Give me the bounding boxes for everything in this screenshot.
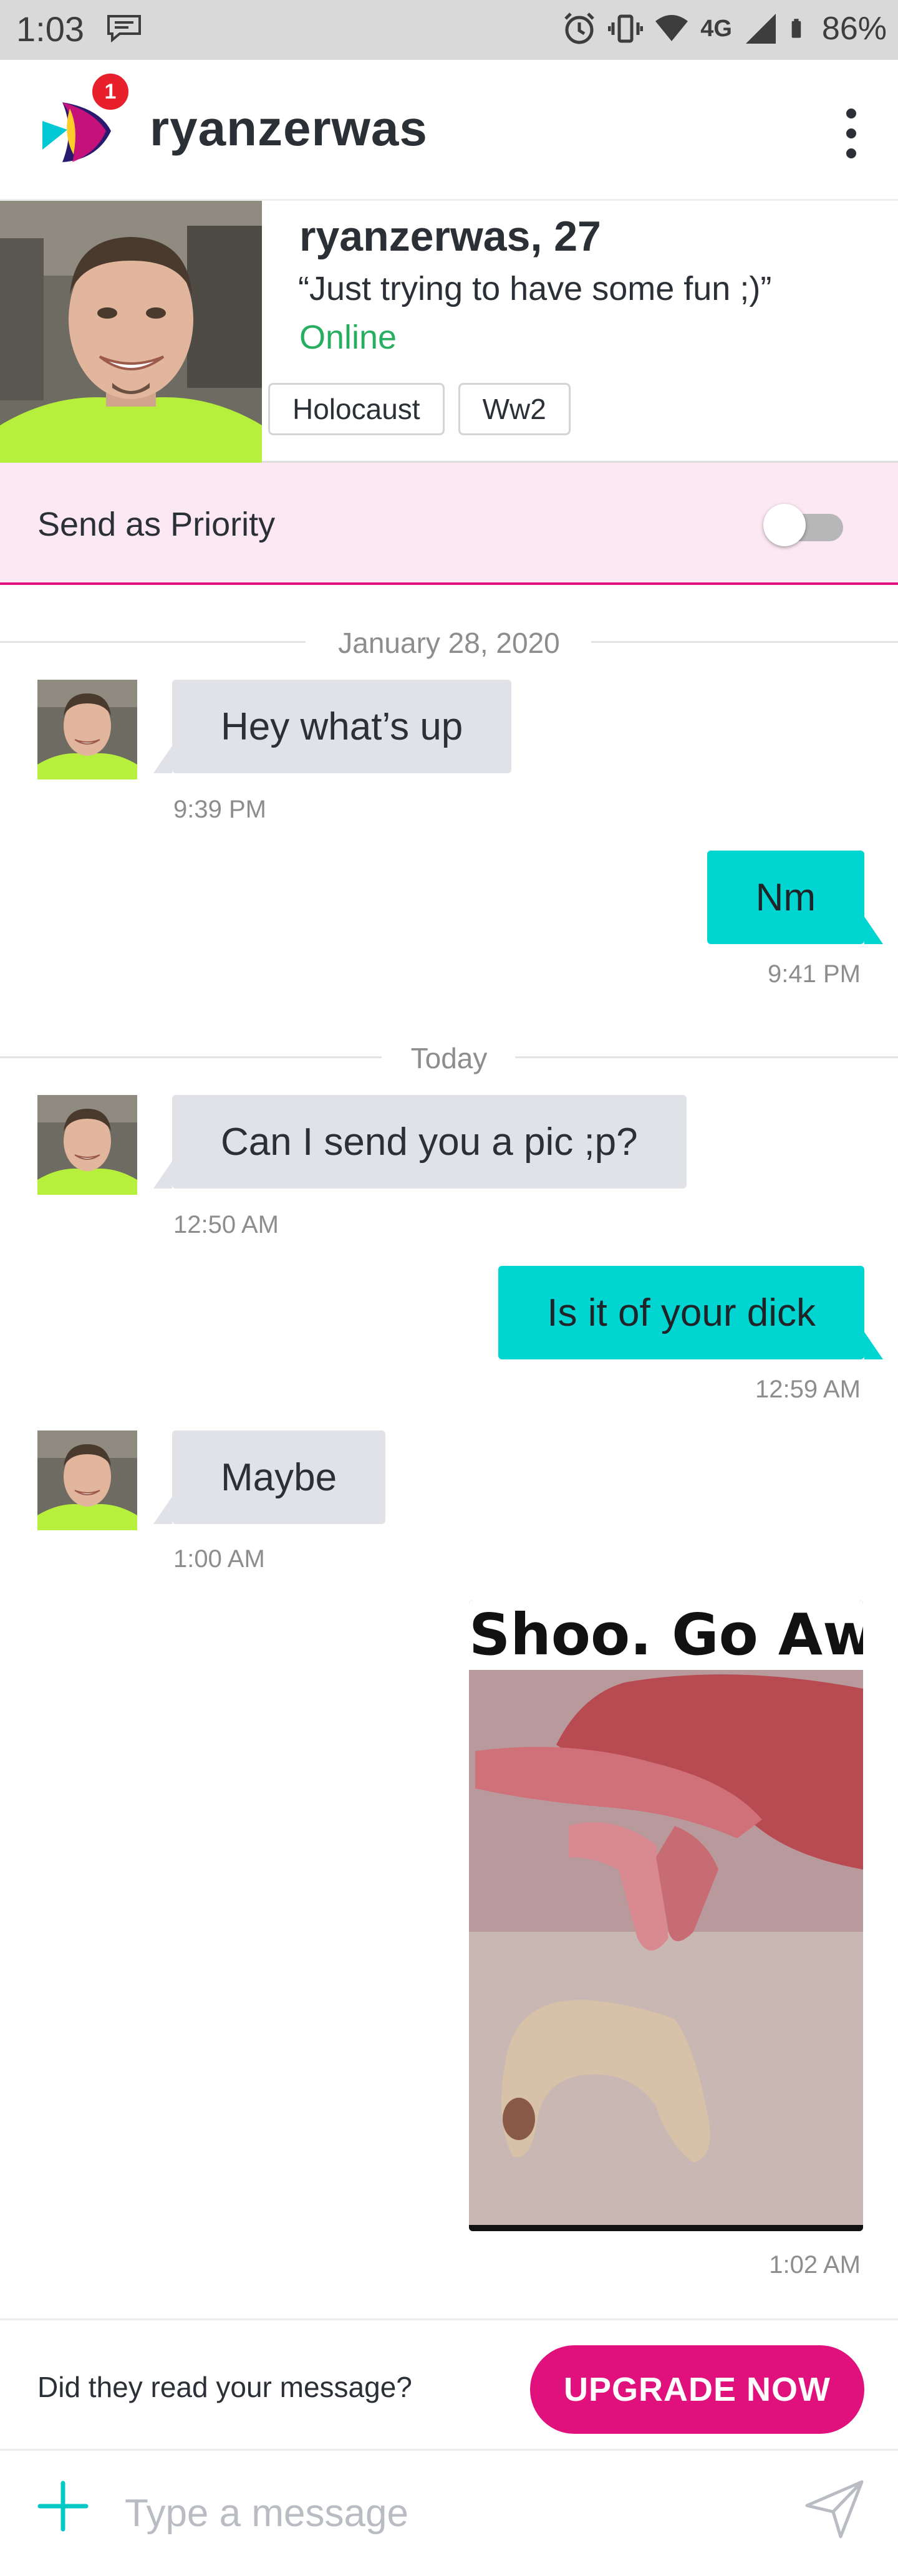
message-bubble-incoming[interactable]: Maybe xyxy=(153,1430,386,1524)
status-bar: 1:03 4G 86% xyxy=(0,0,898,60)
priority-row: Send as Priority xyxy=(0,463,898,585)
priority-toggle[interactable] xyxy=(763,504,843,546)
interest-tag[interactable]: Ww2 xyxy=(458,383,571,435)
status-time: 1:03 xyxy=(16,9,84,49)
profile-tagline: “Just trying to have some fun ;)” xyxy=(298,270,772,307)
avatar[interactable] xyxy=(37,1430,137,1530)
message-time: 9:39 PM xyxy=(173,796,266,823)
status-icons: 4G 86% xyxy=(562,9,887,49)
message-text: Nm xyxy=(755,876,816,919)
meme-image xyxy=(469,1670,863,2225)
vibrate-icon xyxy=(608,14,644,43)
overflow-menu-icon[interactable] xyxy=(842,109,861,158)
date-divider: Today xyxy=(0,1038,898,1075)
message-text: Hey what’s up xyxy=(221,705,463,748)
toggle-knob xyxy=(763,504,806,546)
avatar[interactable] xyxy=(37,1095,137,1195)
message-time: 1:02 AM xyxy=(769,2251,861,2279)
upgrade-bar: Did they read your message? UPGRADE NOW xyxy=(0,2318,898,2451)
app-header: 1 ryanzerwas xyxy=(0,60,898,201)
date-label: January 28, 2020 xyxy=(338,627,560,659)
message-bubble-incoming[interactable]: Can I send you a pic ;p? xyxy=(153,1095,687,1189)
message-text: Is it of your dick xyxy=(547,1291,816,1334)
message-bubble-incoming[interactable]: Hey what’s up xyxy=(153,680,512,773)
alarm-icon xyxy=(564,12,594,44)
battery-icon xyxy=(791,19,801,38)
image-caption: Shoo. Go Awa xyxy=(469,1600,863,1670)
network-type: 4G xyxy=(700,15,732,42)
message-bubble-outgoing[interactable]: Nm xyxy=(707,851,883,944)
upgrade-prompt: Did they read your message? xyxy=(37,2371,412,2403)
signal-icon xyxy=(745,14,776,44)
profile-card[interactable]: ryanzerwas, 27 “Just trying to have some… xyxy=(0,201,898,463)
message-notification-icon xyxy=(107,15,141,42)
battery-percent: 86% xyxy=(821,11,887,47)
notification-badge[interactable]: 1 xyxy=(90,71,131,112)
send-icon[interactable] xyxy=(802,2477,867,2542)
message-bubble-outgoing[interactable]: Is it of your dick xyxy=(498,1266,883,1359)
message-time: 12:59 AM xyxy=(755,1376,861,1403)
message-time: 1:00 AM xyxy=(173,1545,265,1573)
interest-tag[interactable]: Holocaust xyxy=(268,383,445,435)
compose-bar xyxy=(0,2451,898,2576)
priority-label: Send as Priority xyxy=(37,506,276,543)
online-status: Online xyxy=(299,319,397,356)
message-text: Can I send you a pic ;p? xyxy=(221,1120,638,1164)
message-input[interactable] xyxy=(125,2482,736,2544)
interest-tags: Holocaust Ww2 xyxy=(268,383,571,435)
message-time: 9:41 PM xyxy=(768,960,861,988)
message-text: Maybe xyxy=(221,1455,337,1499)
avatar[interactable] xyxy=(37,680,137,779)
add-attachment-icon[interactable] xyxy=(35,2478,91,2534)
page-title: ryanzerwas xyxy=(150,100,428,156)
profile-photo[interactable] xyxy=(0,201,262,463)
date-label: Today xyxy=(410,1042,488,1074)
profile-name-age: ryanzerwas, 27 xyxy=(299,213,601,260)
message-time: 12:50 AM xyxy=(173,1211,279,1238)
upgrade-button[interactable]: UPGRADE NOW xyxy=(530,2345,864,2434)
date-divider: January 28, 2020 xyxy=(0,622,898,660)
image-message[interactable]: Shoo. Go Awa xyxy=(469,1600,863,2231)
wifi-icon xyxy=(655,15,688,41)
